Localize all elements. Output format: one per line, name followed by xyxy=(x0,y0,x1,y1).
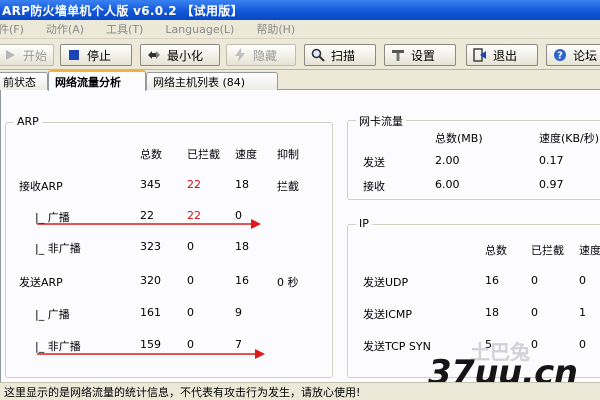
arp-row-total: 320 xyxy=(140,274,161,287)
arp-row-speed: 16 xyxy=(235,274,249,287)
ip-header-total: 总数 xyxy=(485,244,507,257)
arp-group-title: ARP xyxy=(14,115,42,128)
lightning-icon xyxy=(233,48,247,62)
arp-row-speed: 9 xyxy=(235,306,242,319)
arp-row-suppress: 0 秒 xyxy=(277,276,299,289)
help-icon: ? xyxy=(553,48,567,62)
nic-row-label: 发送 xyxy=(363,156,385,169)
stop-icon xyxy=(67,48,81,62)
arp-row-suppress: 拦截 xyxy=(277,180,299,193)
nic-row-total: 2.00 xyxy=(435,154,460,167)
ip-row-blocked: 0 xyxy=(531,274,538,287)
arp-row-label: |_ 非广播 xyxy=(35,242,81,255)
scan-button-label: 扫描 xyxy=(331,48,356,63)
minimize-button[interactable]: 最小化 xyxy=(140,44,220,66)
window-title: ARP防火墙单机个人版 v6.0.2 【试用版】 xyxy=(2,3,243,18)
ip-row-label: 发送ICMP xyxy=(363,308,413,321)
settings-button-label: 设置 xyxy=(411,48,436,63)
nic-row-label: 接收 xyxy=(363,180,385,193)
menu-help[interactable]: 帮助(H) xyxy=(256,21,295,37)
status-text: 这里显示的是网络流量的统计信息，不代表有攻击行为发生，请放心使用! xyxy=(4,385,361,399)
nic-header-speed: 速度(KB/秒) xyxy=(539,132,600,145)
tab-status[interactable]: 前状态 xyxy=(0,72,48,90)
minimize-icon xyxy=(147,48,161,62)
nic-row-total: 6.00 xyxy=(435,178,460,191)
arp-row-label: 接收ARP xyxy=(19,180,63,193)
arp-header-blocked: 已拦截 xyxy=(187,148,220,161)
start-button-label: 开始 xyxy=(22,48,47,63)
nic-group-title: 网卡流量 xyxy=(356,113,406,129)
ip-row-total: 16 xyxy=(485,274,499,287)
title-bar: ARP防火墙单机个人版 v6.0.2 【试用版】 xyxy=(0,0,600,20)
ip-row-speed: 0 xyxy=(579,338,586,351)
hide-button[interactable]: 隐藏 xyxy=(226,44,296,66)
nic-row-speed: 0.17 xyxy=(539,154,564,167)
menu-file[interactable]: 件(F) xyxy=(0,21,24,37)
toolbar: 开始 停止 最小化 隐藏 扫描 设置 退出 ? 论坛 xyxy=(0,40,600,70)
ip-row-speed: 0 xyxy=(579,274,586,287)
stop-button-label: 停止 xyxy=(87,48,112,63)
arp-row-total: 161 xyxy=(140,306,161,319)
forum-button-label: 论坛 xyxy=(573,48,598,63)
red-arrow-annotation xyxy=(37,219,261,229)
tab-traffic-analysis[interactable]: 网络流量分析 xyxy=(48,70,146,91)
ip-row-blocked: 0 xyxy=(531,306,538,319)
arp-row-speed: 18 xyxy=(235,240,249,253)
arp-row-blocked: 0 xyxy=(187,274,194,287)
ip-header-speed: 速度 xyxy=(579,244,600,257)
arp-row-total: 345 xyxy=(140,178,161,191)
nic-header-total: 总数(MB) xyxy=(435,132,483,145)
ip-row-label: 发送UDP xyxy=(363,276,409,289)
arp-header-speed: 速度 xyxy=(235,148,257,161)
arp-row-blocked: 0 xyxy=(187,240,194,253)
ip-row-total: 18 xyxy=(485,306,499,319)
arp-header-total: 总数 xyxy=(140,148,162,161)
play-icon xyxy=(3,48,17,62)
arp-row-label: 发送ARP xyxy=(19,276,63,289)
forum-button[interactable]: ? 论坛 xyxy=(546,44,600,66)
menu-language[interactable]: Language(L) xyxy=(165,23,234,36)
menu-action[interactable]: 动作(A) xyxy=(46,21,84,37)
magnifier-icon xyxy=(311,48,325,62)
red-arrow-annotation xyxy=(37,349,265,359)
arp-row-blocked: 22 xyxy=(187,178,201,191)
minimize-button-label: 最小化 xyxy=(167,48,204,63)
exit-icon xyxy=(473,48,487,62)
wrench-icon xyxy=(391,48,405,62)
arp-header-suppress: 抑制 xyxy=(277,148,299,161)
arp-row-label: |_ 广播 xyxy=(35,308,70,321)
tab-strip: 前状态 网络流量分析 网络主机列表 (84) xyxy=(0,70,600,91)
svg-text:?: ? xyxy=(557,51,563,62)
arp-row-total: 323 xyxy=(140,240,161,253)
ip-row-speed: 1 xyxy=(579,306,586,319)
scan-button[interactable]: 扫描 xyxy=(304,44,376,66)
arp-row-speed: 18 xyxy=(235,178,249,191)
hide-button-label: 隐藏 xyxy=(253,48,278,63)
start-button[interactable]: 开始 xyxy=(0,44,54,66)
nic-row-speed: 0.97 xyxy=(539,178,564,191)
exit-button[interactable]: 退出 xyxy=(466,44,538,66)
status-bar: 这里显示的是网络流量的统计信息，不代表有攻击行为发生，请放心使用! xyxy=(0,382,600,400)
ip-header-blocked: 已拦截 xyxy=(531,244,564,257)
ip-group-title: IP xyxy=(356,217,372,230)
ip-row-blocked: 0 xyxy=(531,338,538,351)
arp-row-blocked: 0 xyxy=(187,306,194,319)
menu-tools[interactable]: 工具(T) xyxy=(106,21,143,37)
settings-button[interactable]: 设置 xyxy=(384,44,456,66)
tab-host-list[interactable]: 网络主机列表 (84) xyxy=(146,72,278,90)
ip-row-label: 发送TCP SYN xyxy=(363,340,431,353)
menu-bar: 件(F) 动作(A) 工具(T) Language(L) 帮助(H) xyxy=(0,20,600,39)
stop-button[interactable]: 停止 xyxy=(60,44,132,66)
exit-button-label: 退出 xyxy=(493,48,518,63)
